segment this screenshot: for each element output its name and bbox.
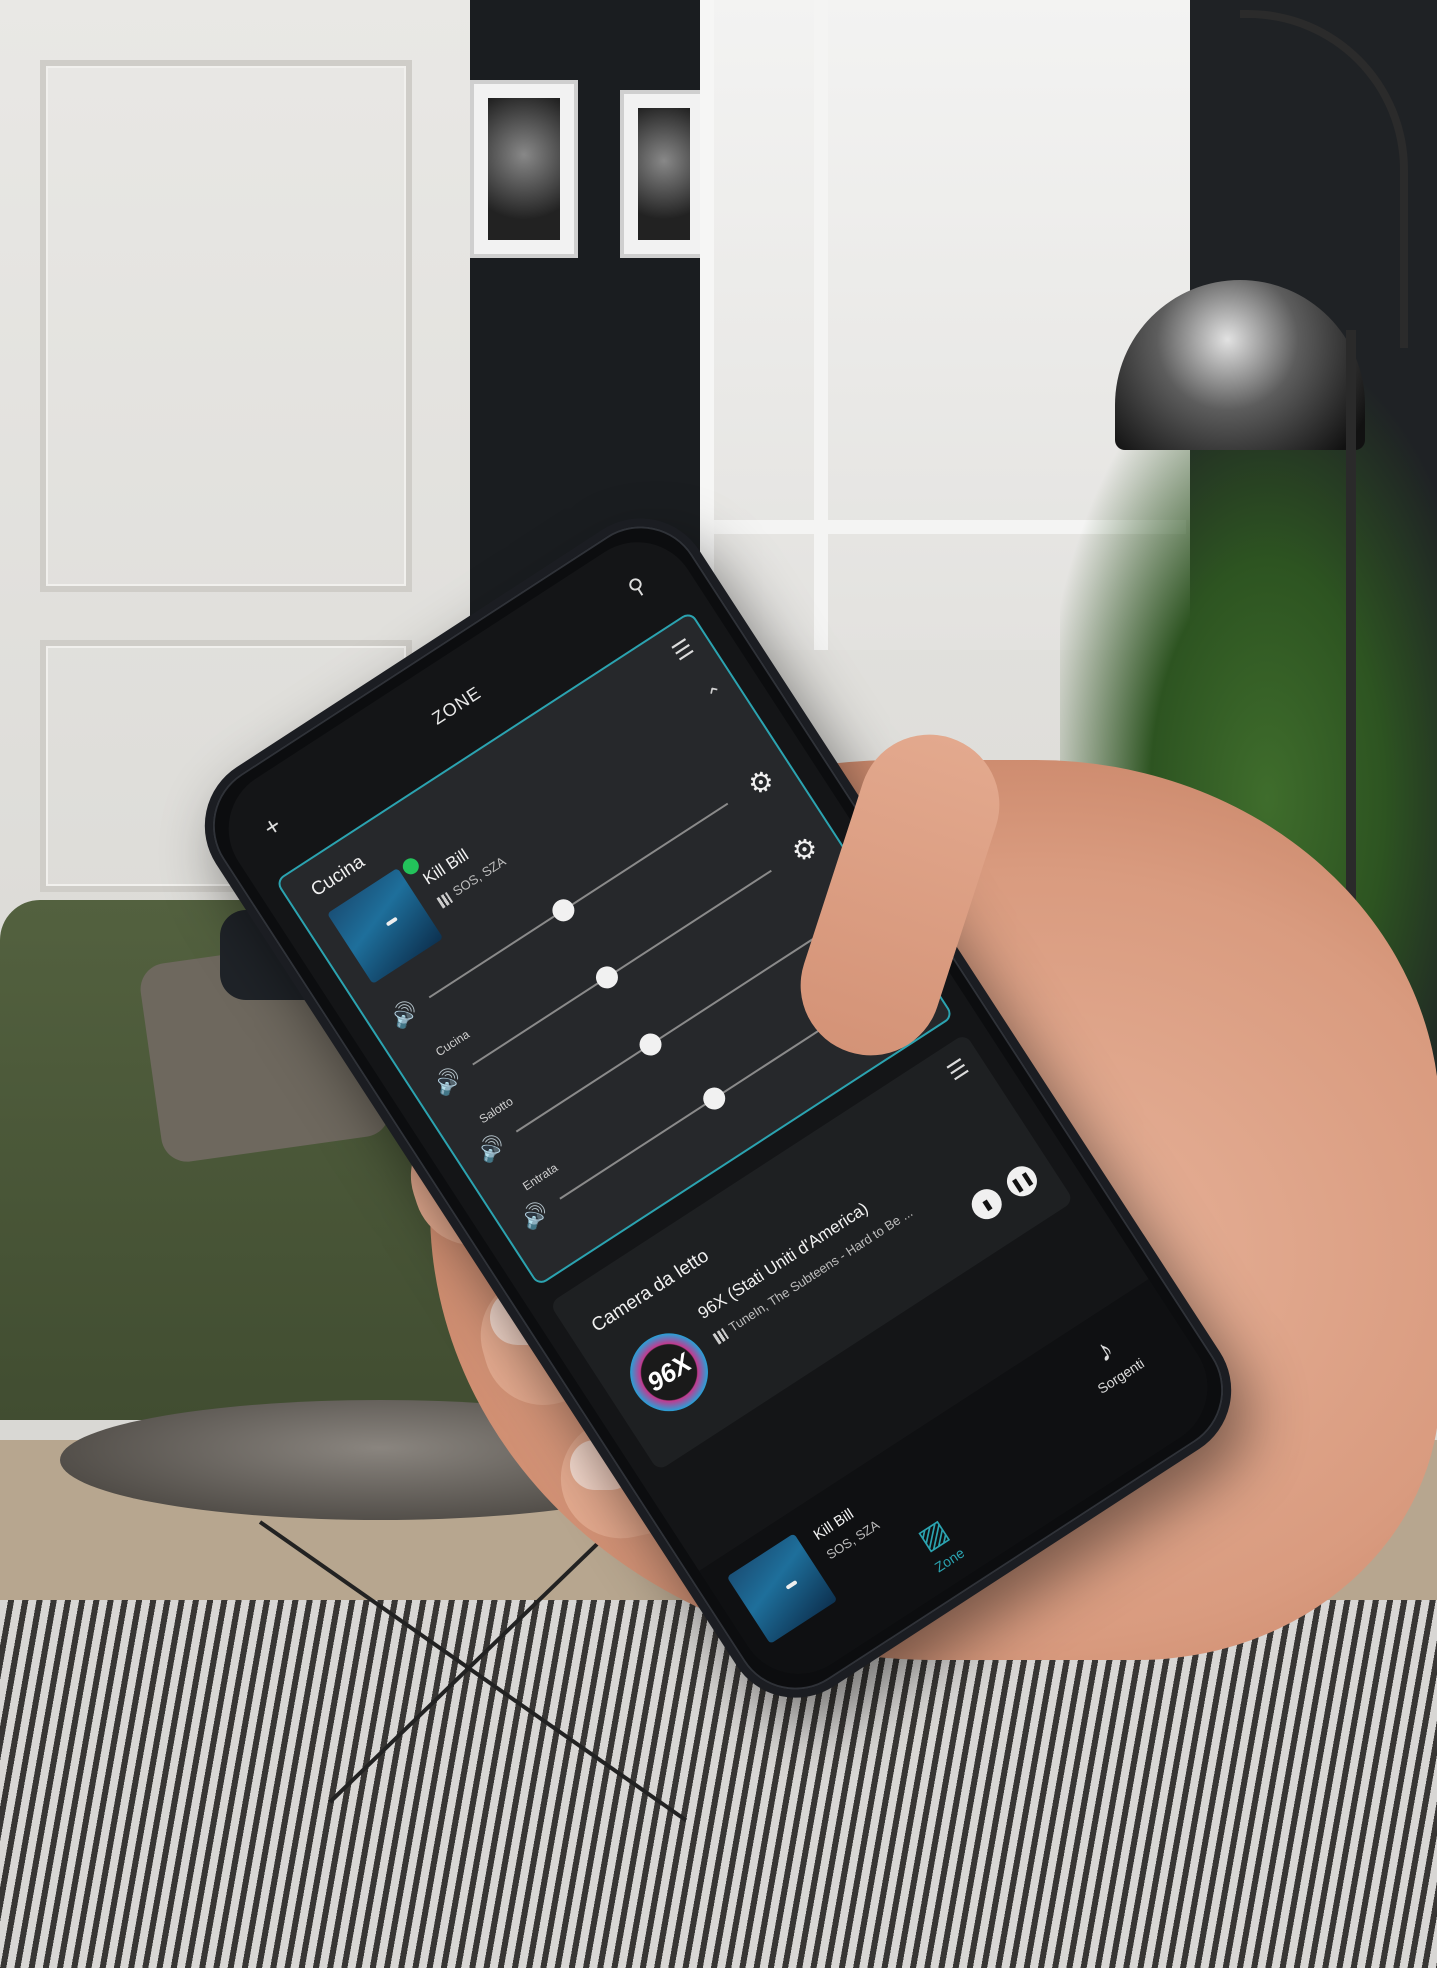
volume-icon[interactable]: 🔊 — [473, 1131, 510, 1168]
volume-knob[interactable] — [635, 1029, 666, 1060]
photo-scene: + ZONE ⚲ ☰ Cucina Kill Bill SOS, SZA ⌃ 🔊… — [0, 0, 1437, 1968]
queue-icon[interactable]: ☰ — [943, 1054, 974, 1087]
framed-picture — [620, 90, 708, 258]
mini-player-cover[interactable] — [726, 1533, 838, 1644]
equalizer-button[interactable]: ▮ — [965, 1183, 1008, 1225]
rug — [0, 1600, 1437, 1968]
framed-picture — [470, 80, 578, 258]
queue-icon[interactable]: ☰ — [668, 634, 699, 667]
gear-icon[interactable]: ⚙ — [742, 762, 781, 803]
volume-knob[interactable] — [548, 894, 579, 926]
volume-icon[interactable]: 🔊 — [516, 1198, 553, 1235]
pause-button[interactable]: ❚❚ — [1001, 1160, 1043, 1203]
equalizer-icon — [436, 891, 453, 909]
wall-panel-left — [40, 60, 412, 592]
playing-indicator — [399, 855, 422, 878]
volume-icon[interactable]: 🔊 — [429, 1064, 466, 1101]
nav-tab-sorgenti[interactable]: ♪ Sorgenti — [1074, 1323, 1147, 1397]
volume-icon[interactable]: 🔊 — [386, 996, 423, 1033]
volume-knob[interactable] — [591, 962, 623, 993]
gear-icon[interactable]: ⚙ — [785, 829, 824, 870]
station-logo: 96X — [615, 1318, 723, 1427]
master-volume-slider[interactable] — [428, 802, 729, 999]
nav-tab-zone[interactable]: ▨ Zone — [910, 1512, 967, 1576]
volume-knob[interactable] — [698, 1083, 730, 1114]
station-details: TuneIn, The Subteens - Hard to Be ... — [711, 1205, 915, 1345]
zone-name: Camera da letto — [587, 1245, 713, 1337]
sub-zone-volume-slider[interactable] — [472, 869, 772, 1066]
sub-zone-volume-slider[interactable] — [515, 936, 816, 1133]
chevron-up-icon[interactable]: ⌃ — [702, 680, 730, 710]
equalizer-icon — [712, 1327, 729, 1345]
